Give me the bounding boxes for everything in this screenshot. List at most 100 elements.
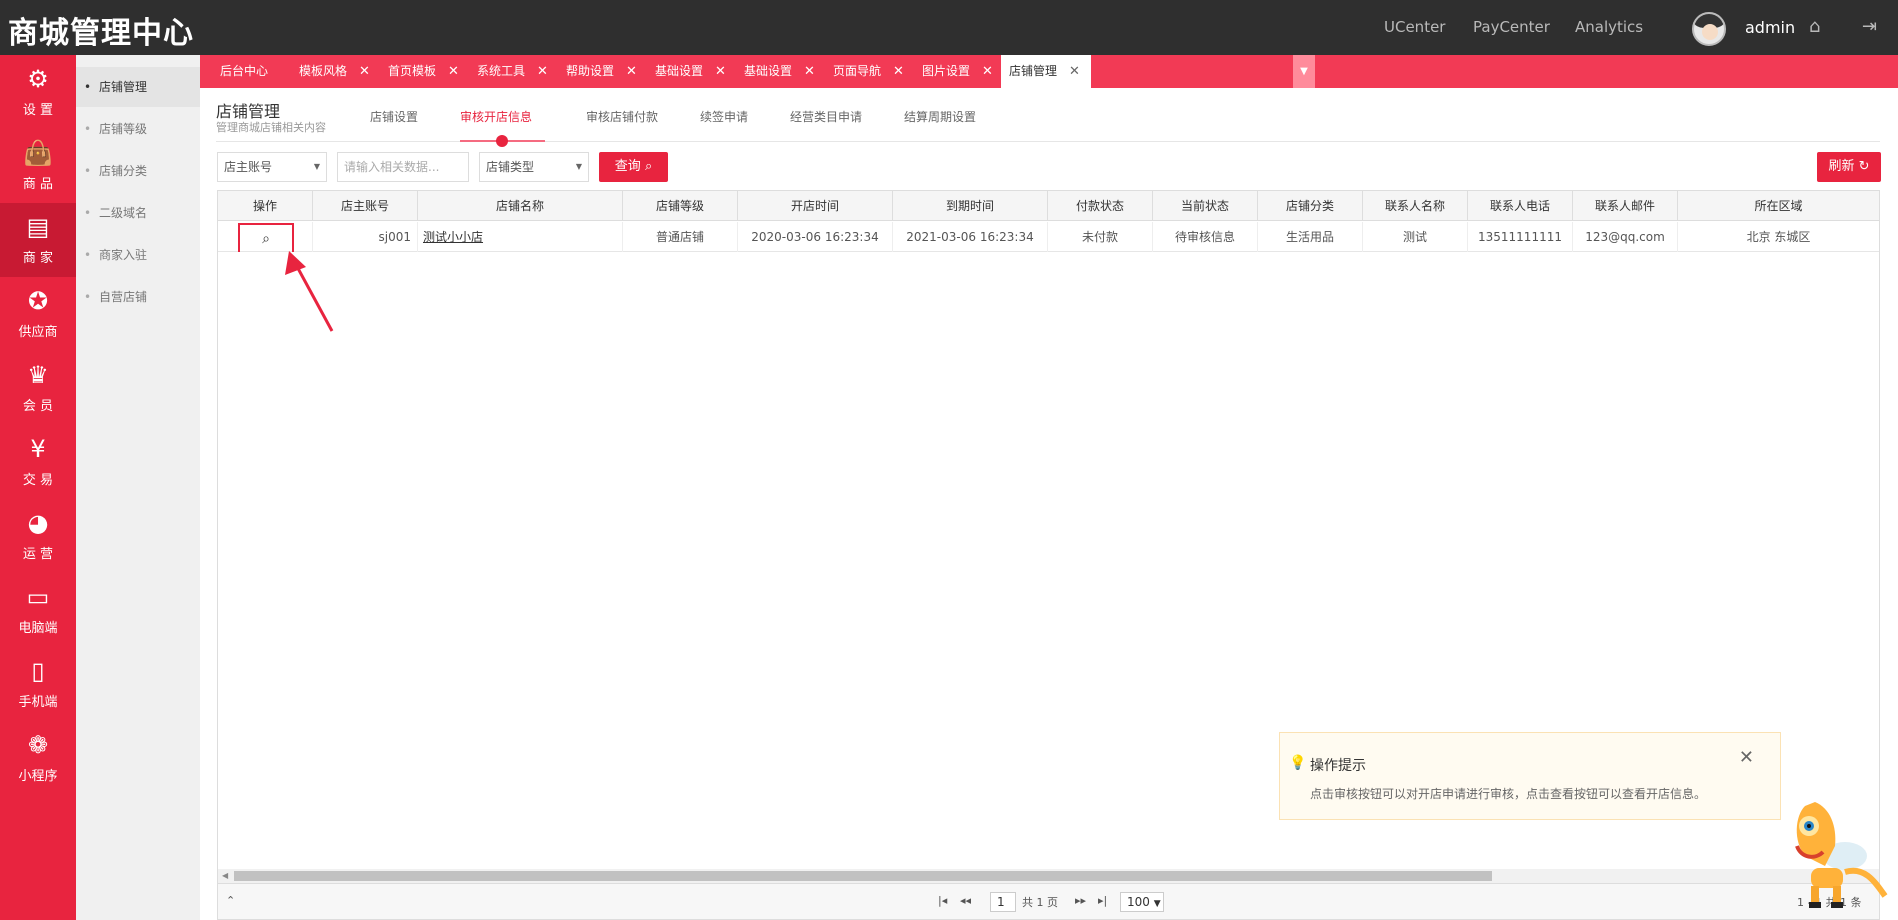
- tab-page-nav[interactable]: 页面导航 ✕: [825, 55, 912, 88]
- tab-home-template[interactable]: 首页模板 ✕: [380, 55, 467, 88]
- close-icon[interactable]: ✕: [715, 64, 726, 79]
- chevron-down-icon[interactable]: ▼: [1293, 55, 1315, 88]
- phone-icon: ▯: [31, 657, 45, 685]
- tab-basic-settings-2[interactable]: 基础设置 ✕: [736, 55, 823, 88]
- refresh-button[interactable]: 刷新 ↻: [1817, 152, 1881, 182]
- cell-contact-phone: 13511111111: [1468, 222, 1573, 252]
- submenu: 店铺管理 店铺等级 店铺分类 二级域名 商家入驻 自营店铺: [76, 55, 200, 920]
- column-header: 操作: [218, 191, 313, 221]
- prev-page-icon[interactable]: ◂◂: [960, 894, 971, 907]
- sidebar-item-operation[interactable]: ◕ 运 营: [0, 499, 76, 573]
- column-header[interactable]: 店铺名称: [418, 191, 623, 221]
- tab-system-tools[interactable]: 系统工具 ✕: [469, 55, 556, 88]
- submenu-item-store-level[interactable]: 店铺等级: [76, 109, 200, 149]
- first-page-icon[interactable]: |◂: [938, 894, 947, 907]
- sidebar-item-supplier[interactable]: ✪ 供应商: [0, 277, 76, 351]
- tab-template-style[interactable]: 模板风格 ✕: [291, 55, 378, 88]
- close-icon[interactable]: ✕: [537, 64, 548, 79]
- cell-store-category: 生活用品: [1258, 222, 1363, 252]
- column-header[interactable]: 联系人邮件: [1573, 191, 1678, 221]
- column-header[interactable]: 付款状态: [1048, 191, 1153, 221]
- sidebar-item-settings[interactable]: ⚙ 设 置: [0, 55, 76, 129]
- main-sidebar: ⚙ 设 置 👜 商 品 ▤ 商 家 ✪ 供应商 ♛ 会 员 ¥ 交 易 ◕ 运 营 ▭ 电脑端 …: [0, 55, 82, 920]
- query-button[interactable]: 查询 ⌕: [599, 152, 668, 182]
- column-header[interactable]: 到期时间: [893, 191, 1048, 221]
- tab-image-settings[interactable]: 图片设置 ✕: [914, 55, 1001, 88]
- close-icon[interactable]: ✕: [804, 64, 815, 79]
- sidebar-item-pc[interactable]: ▭ 电脑端: [0, 573, 76, 647]
- refresh-icon: ↻: [1858, 159, 1870, 174]
- sidebar-item-miniprogram[interactable]: ❁ 小程序: [0, 721, 76, 795]
- table-header: 操作 店主账号 店铺名称 店铺等级 开店时间 到期时间 付款状态 当前状态 店铺…: [218, 191, 1879, 221]
- cell-expire-time: 2021-03-06 16:23:34: [893, 222, 1048, 252]
- column-header[interactable]: 所在区域: [1678, 191, 1879, 221]
- tips-text: 点击审核按钮可以对开店申请进行审核，点击查看按钮可以查看开店信息。: [1310, 787, 1707, 801]
- store-name-link[interactable]: 测试小小店: [418, 222, 623, 252]
- submenu-item-subdomain[interactable]: 二级域名: [76, 193, 200, 233]
- last-page-icon[interactable]: ▸|: [1098, 894, 1107, 907]
- home-icon[interactable]: ⌂: [1809, 16, 1820, 37]
- tips-panel: 💡 操作提示 ✕ 点击审核按钮可以对开店申请进行审核，点击查看按钮可以查看开店信…: [1279, 732, 1781, 820]
- sidebar-item-trade[interactable]: ¥ 交 易: [0, 425, 76, 499]
- search-input[interactable]: 请输入相关数据...: [337, 152, 469, 182]
- close-icon[interactable]: ✕: [626, 64, 637, 79]
- subtab-renewal[interactable]: 续签申请: [700, 108, 748, 125]
- cell-contact-email: 123@qq.com: [1573, 222, 1678, 252]
- caret-down-icon: ▼: [313, 162, 320, 171]
- tab-strip: 后台中心 模板风格 ✕ 首页模板 ✕ 系统工具 ✕ 帮助设置 ✕ 基础设置 ✕ 基础设置 ✕…: [200, 55, 1898, 88]
- topnav-ucenter[interactable]: UCenter: [1384, 18, 1445, 36]
- pie-icon: ◕: [27, 509, 49, 537]
- subtab-review-open[interactable]: 审核开店信息: [460, 108, 532, 125]
- submenu-item-store-manage[interactable]: 店铺管理: [76, 67, 200, 107]
- search-field-select[interactable]: 店主账号 ▼: [217, 152, 327, 182]
- close-icon[interactable]: ✕: [893, 64, 904, 79]
- logout-icon[interactable]: ⇥: [1862, 16, 1877, 37]
- sidebar-item-mobile[interactable]: ▯ 手机端: [0, 647, 76, 721]
- close-icon[interactable]: ✕: [448, 64, 459, 79]
- tab-dashboard[interactable]: 后台中心: [212, 55, 276, 88]
- annotation-arrow: [285, 251, 334, 332]
- username[interactable]: admin: [1745, 18, 1795, 37]
- sidebar-item-merchant[interactable]: ▤ 商 家: [0, 203, 82, 277]
- sidebar-item-member[interactable]: ♛ 会 员: [0, 351, 76, 425]
- scroll-left-icon[interactable]: ◀: [222, 869, 228, 883]
- submenu-item-merchant-join[interactable]: 商家入驻: [76, 235, 200, 275]
- column-header[interactable]: 开店时间: [738, 191, 893, 221]
- page-size-select[interactable]: 100 ▼: [1120, 892, 1164, 912]
- submenu-item-self-store[interactable]: 自营店铺: [76, 277, 200, 317]
- store-type-select[interactable]: 店铺类型 ▼: [479, 152, 589, 182]
- submenu-item-store-category[interactable]: 店铺分类: [76, 151, 200, 191]
- next-page-icon[interactable]: ▸▸: [1075, 894, 1086, 907]
- close-icon[interactable]: ✕: [359, 64, 370, 79]
- tab-basic-settings-1[interactable]: 基础设置 ✕: [647, 55, 734, 88]
- subtab-review-payment[interactable]: 审核店铺付款: [586, 108, 658, 125]
- sidebar-item-goods[interactable]: 👜 商 品: [0, 129, 76, 203]
- column-header[interactable]: 当前状态: [1153, 191, 1258, 221]
- tips-title: 操作提示: [1310, 758, 1366, 774]
- tab-store-manage[interactable]: 店铺管理 ✕: [1001, 55, 1091, 88]
- horizontal-scrollbar[interactable]: ◀: [218, 869, 1879, 883]
- collapse-icon[interactable]: ⌃: [226, 894, 235, 907]
- page-input[interactable]: 1: [990, 892, 1016, 912]
- mascot-horse-icon[interactable]: [1775, 786, 1893, 914]
- close-icon[interactable]: ✕: [1739, 747, 1754, 768]
- column-header[interactable]: 店铺等级: [623, 191, 738, 221]
- subtab-category-apply[interactable]: 经营类目申请: [790, 108, 862, 125]
- column-header[interactable]: 联系人名称: [1363, 191, 1468, 221]
- avatar[interactable]: [1692, 12, 1726, 46]
- column-header[interactable]: 联系人电话: [1468, 191, 1573, 221]
- bag-icon: 👜: [23, 139, 53, 167]
- topnav-analytics[interactable]: Analytics: [1575, 18, 1643, 36]
- scrollbar-thumb[interactable]: [234, 871, 1492, 881]
- tab-help-settings[interactable]: 帮助设置 ✕: [558, 55, 645, 88]
- cell-current-status: 待审核信息: [1153, 222, 1258, 252]
- close-icon[interactable]: ✕: [1069, 64, 1080, 79]
- crown-icon: ♛: [27, 361, 49, 389]
- column-header[interactable]: 店铺分类: [1258, 191, 1363, 221]
- subtab-store-settings[interactable]: 店铺设置: [370, 108, 418, 125]
- subtab-settlement-cycle[interactable]: 结算周期设置: [904, 108, 976, 125]
- ribbon-icon: ✪: [27, 287, 49, 315]
- topnav-paycenter[interactable]: PayCenter: [1473, 18, 1550, 36]
- column-header[interactable]: 店主账号: [313, 191, 418, 221]
- close-icon[interactable]: ✕: [982, 64, 993, 79]
